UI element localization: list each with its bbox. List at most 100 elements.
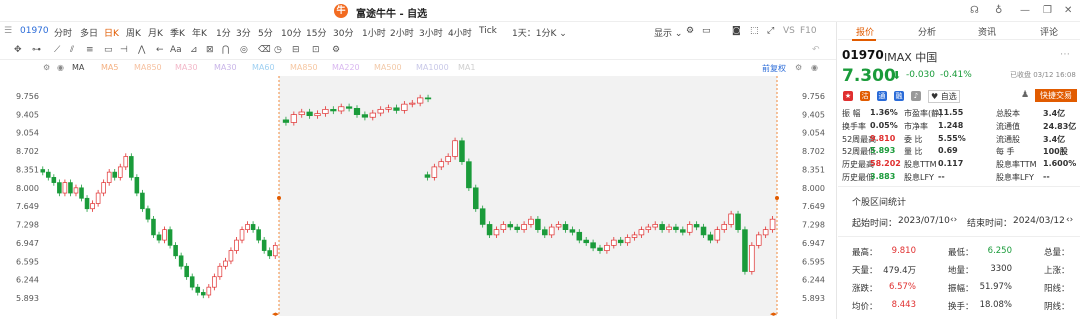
ray-tool-icon[interactable]: ⟋ (54, 45, 60, 55)
period-5[interactable]: 季K (170, 26, 185, 39)
candle-c-candle-21 (569, 229, 576, 233)
back-icon[interactable]: ↶ (812, 45, 820, 55)
tab-quote[interactable]: 报价 (856, 25, 874, 38)
stat-value-3-1: 8.443 (891, 300, 916, 310)
stat-label-2-4: 阳线： (1044, 284, 1070, 294)
period-4[interactable]: 月K (148, 26, 163, 39)
period-0[interactable]: 分时 (54, 26, 72, 39)
start-stepper-icon[interactable]: ‹› (950, 215, 957, 225)
box-tool-icon[interactable]: ▭ (104, 45, 113, 55)
headset-icon[interactable]: ☊ (970, 5, 979, 16)
display-menu[interactable]: 显示 ⌄ (654, 26, 682, 39)
more-icon[interactable]: ⋯ (1060, 49, 1070, 60)
gear-icon[interactable]: ⚙ (332, 45, 340, 55)
end-stepper-icon[interactable]: ‹› (1066, 215, 1073, 225)
start-date[interactable]: 2023/07/10 (898, 216, 950, 226)
info-value-5-1: 3.883 (870, 172, 896, 181)
tab-comments[interactable]: 评论 (1040, 25, 1058, 38)
period-1[interactable]: 多日 (80, 26, 98, 39)
layout-icon[interactable]: ▭ (702, 26, 711, 36)
period-16[interactable]: 4小时 (448, 26, 472, 39)
period-14[interactable]: 2小时 (390, 26, 414, 39)
period-3[interactable]: 周K (126, 26, 141, 39)
ma-item-7[interactable]: MA500 (374, 63, 402, 72)
ma-item-8[interactable]: MA1000 (416, 63, 449, 72)
ma-item-3[interactable]: MA30 (214, 63, 237, 72)
line-tool-icon[interactable]: ⊶ (32, 45, 41, 55)
candle-c-candle-7 (472, 187, 479, 210)
ma-settings-icon[interactable]: ⚙ (43, 63, 50, 72)
shirt-icon[interactable]: ♁ (995, 5, 1002, 16)
period-9[interactable]: 5分 (258, 26, 273, 39)
candle-b-candle-2 (298, 111, 305, 115)
restore-adjust[interactable]: 前复权 (762, 63, 786, 74)
y-tick-left-1: 9.405 (16, 110, 39, 119)
candle-c-candle-30 (631, 234, 638, 238)
text-tool-icon[interactable]: Aa (170, 45, 182, 55)
period-2[interactable]: 日K (104, 26, 119, 39)
kline-chart[interactable]: 9.756 9.756 9.405 9.405 9.054 9.054 8.702 8.702… (0, 76, 836, 319)
candle-c-candle-28 (617, 239, 624, 244)
info-value-3-1: 5.893 (870, 146, 896, 156)
lock-tool-icon[interactable]: ⊠ (206, 45, 214, 55)
delete-icon[interactable]: ⌫ (258, 45, 271, 55)
ma-item-6[interactable]: MA220 (332, 63, 360, 72)
y-tick-left-5: 8.000 (16, 184, 39, 193)
hline-tool-icon[interactable]: ⊣ (120, 45, 128, 55)
magnet-icon[interactable]: ⋂ (222, 45, 229, 55)
tab-news[interactable]: 资讯 (978, 25, 996, 38)
trash-icon[interactable]: ⊟ (292, 45, 300, 55)
quick-trade-button[interactable]: 快捷交易 (1035, 89, 1077, 102)
ma-item-9[interactable]: MA1 (458, 63, 475, 72)
period-8[interactable]: 3分 (236, 26, 251, 39)
crosshair-icon[interactable]: ✥ (14, 45, 22, 55)
stat-value-1-1: 479.4万 (883, 266, 916, 276)
start-label: 起始时间： (852, 219, 898, 229)
ma-item-4[interactable]: MA60 (252, 63, 275, 72)
range-select[interactable]: 1天：1分K ⌄ (512, 26, 567, 39)
ma-item-5[interactable]: MA850 (290, 63, 318, 72)
arrow-tool-icon[interactable]: ← (156, 45, 164, 55)
ruler-icon[interactable]: ⊿ (190, 45, 198, 55)
vs-button[interactable]: VS (783, 26, 795, 36)
window-icon[interactable]: ⬚ (750, 26, 759, 36)
period-6[interactable]: 年K (192, 26, 207, 39)
ma-eye-right-icon[interactable]: ◉ (811, 63, 818, 72)
fib-tool-icon[interactable]: ≡ (86, 45, 94, 55)
bell-icon[interactable]: ♪ (911, 91, 921, 101)
period-11[interactable]: 15分 (306, 26, 326, 39)
ma-item-2[interactable]: MA30 (175, 63, 198, 72)
period-17[interactable]: Tick (479, 26, 497, 36)
pattern-tool-icon[interactable]: ⋀ (138, 45, 145, 55)
eye-icon[interactable]: ◎ (240, 45, 248, 55)
expand-icon[interactable]: ⤢ (767, 26, 774, 36)
ma-item-0[interactable]: MA5 (101, 63, 118, 72)
list-icon[interactable]: ☰ (4, 26, 12, 36)
period-12[interactable]: 30分 (333, 26, 353, 39)
settings-icon[interactable]: ⚙ (686, 26, 694, 36)
period-15[interactable]: 3小时 (419, 26, 443, 39)
ma-item-1[interactable]: MA850 (134, 63, 162, 72)
candle-a-candle-7 (79, 187, 84, 199)
lock-icon[interactable]: ⊡ (312, 45, 320, 55)
restore-icon[interactable]: ❐ (1043, 5, 1052, 16)
minimize-icon[interactable]: — (1020, 5, 1030, 16)
candle-a-candle-19 (145, 208, 151, 220)
tab-analysis[interactable]: 分析 (918, 25, 936, 38)
camera-icon[interactable]: ◙ (732, 26, 741, 36)
ma-eye-icon[interactable]: ◉ (57, 63, 64, 72)
notify-icon[interactable]: ♟ (1021, 90, 1029, 100)
close-icon[interactable]: ✕ (1064, 5, 1072, 16)
range-start-arrow-icon: ◂▸ (272, 310, 280, 318)
info-label-5-2: 股息LFY (904, 173, 934, 182)
end-date[interactable]: 2024/03/12 (1013, 216, 1065, 226)
clock-icon[interactable]: ◷ (274, 45, 282, 55)
candle-a-candle-2 (51, 177, 57, 183)
ma-settings-right-icon[interactable]: ⚙ (795, 63, 802, 72)
period-13[interactable]: 1小时 (362, 26, 386, 39)
channel-tool-icon[interactable]: ⫽ (70, 45, 74, 55)
period-7[interactable]: 1分 (216, 26, 231, 39)
f10-button[interactable]: F10 (800, 26, 817, 36)
add-watchlist-button[interactable]: ♥ 自选 (928, 90, 960, 103)
period-10[interactable]: 10分 (281, 26, 301, 39)
